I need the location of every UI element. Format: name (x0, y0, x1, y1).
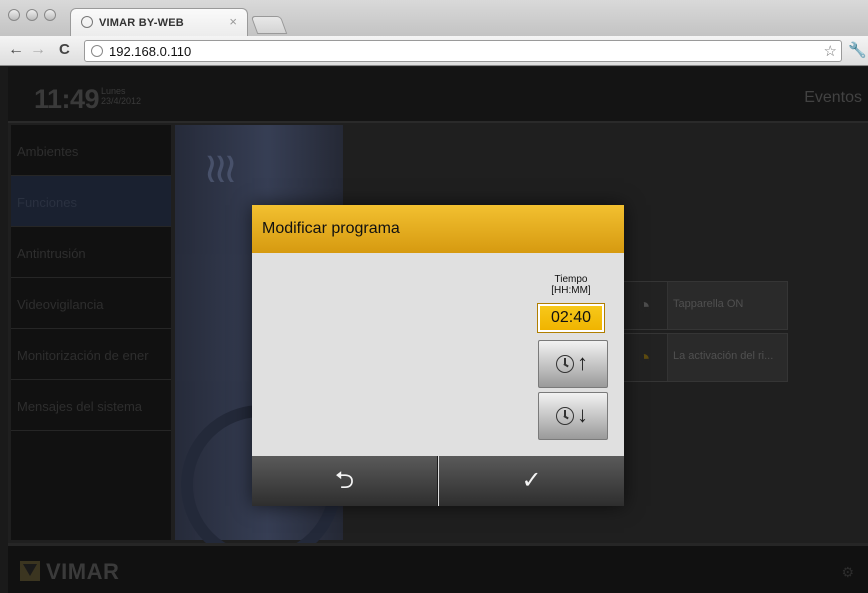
gauge-icon: ◔ (621, 282, 668, 329)
arrow-up-icon: ↑ (577, 350, 588, 375)
tab-title: VIMAR BY-WEB (99, 17, 184, 29)
sidebar: Ambientes Funciones Antintrusión Videovi… (11, 125, 171, 540)
browser-tab[interactable]: VIMAR BY-WEB × (70, 8, 248, 36)
app-header: 11:49 Lunes 23/4/2012 Eventos (8, 67, 868, 123)
window-zoom-dot[interactable] (44, 9, 56, 21)
time-label-title: Tiempo (554, 274, 588, 285)
sidebar-item-mensajes[interactable]: Mensajes del sistema (11, 380, 171, 431)
back-button[interactable]: ⮌ (252, 456, 438, 506)
bookmark-star-icon[interactable]: ☆ (824, 42, 837, 60)
heating-waves-icon: ≀≀≀ (203, 144, 238, 191)
time-increase-button[interactable]: ↑ (538, 340, 608, 388)
sidebar-item-monitorizacion[interactable]: Monitorización de ener (11, 329, 171, 380)
return-arrow-icon: ⮌ (334, 467, 355, 494)
sidebar-item-ambientes[interactable]: Ambientes (11, 125, 171, 176)
tab-close-icon[interactable]: × (229, 14, 237, 29)
settings-icon[interactable]: ⚙ (841, 564, 854, 581)
address-url[interactable]: 192.168.0.110 (109, 44, 191, 59)
event-card[interactable]: ◔ Tapparella ON (620, 281, 788, 330)
time-label-format: [HH:MM] (551, 285, 591, 296)
browser-tabbar: VIMAR BY-WEB × (0, 0, 868, 36)
brand-logo-text: VIMAR (46, 559, 120, 584)
time-value-field[interactable]: 02:40 (537, 303, 605, 333)
sidebar-item-funciones[interactable]: Funciones (11, 176, 171, 227)
event-card[interactable]: ◔ La activación del ri... (620, 333, 788, 382)
window-minimize-dot[interactable] (26, 9, 38, 21)
event-card-label: Tapparella ON (673, 298, 744, 310)
reload-icon[interactable]: C (59, 41, 70, 59)
header-date: 23/4/2012 (101, 96, 142, 106)
clock-icon (556, 355, 574, 373)
event-card-label: La activación del ri... (673, 350, 774, 362)
dialog-footer: ⮌ ✓ (252, 456, 624, 506)
time-decrease-button[interactable]: ↓ (538, 392, 608, 440)
gauge-warning-icon: ◔ (621, 334, 668, 381)
app-footer: VIMAR ⚙ (8, 543, 868, 593)
checkmark-icon: ✓ (521, 467, 542, 494)
header-clock: 11:49 (34, 84, 100, 114)
vimar-logo-icon (20, 561, 40, 581)
window-close-dot[interactable] (8, 9, 20, 21)
header-day: Lunes (101, 86, 126, 96)
back-arrow-icon[interactable]: ← (8, 41, 24, 59)
confirm-button[interactable]: ✓ (439, 456, 624, 506)
dialog-header: Modificar programa (252, 205, 624, 253)
wrench-menu-icon[interactable]: 🔧 (848, 41, 867, 59)
dialog-body: Tiempo [HH:MM] 02:40 ↑ ↓ (252, 253, 624, 456)
dialog-title: Modificar programa (262, 220, 400, 237)
arrow-down-icon: ↓ (577, 402, 588, 427)
page-title: Eventos (804, 89, 862, 106)
globe-icon (81, 16, 93, 28)
address-bar[interactable]: 192.168.0.110 ☆ (84, 40, 842, 62)
forward-arrow-icon[interactable]: → (30, 41, 46, 59)
browser-toolbar: ← → C 192.168.0.110 ☆ 🔧 (0, 36, 868, 66)
globe-icon (91, 45, 103, 57)
edit-program-dialog: Modificar programa Tiempo [HH:MM] 02:40 … (252, 205, 624, 506)
time-label: Tiempo [HH:MM] (538, 274, 604, 296)
sidebar-item-antintrusion[interactable]: Antintrusión (11, 227, 171, 278)
sidebar-item-videovigilancia[interactable]: Videovigilancia (11, 278, 171, 329)
new-tab-button[interactable] (250, 16, 288, 34)
clock-icon (556, 407, 574, 425)
